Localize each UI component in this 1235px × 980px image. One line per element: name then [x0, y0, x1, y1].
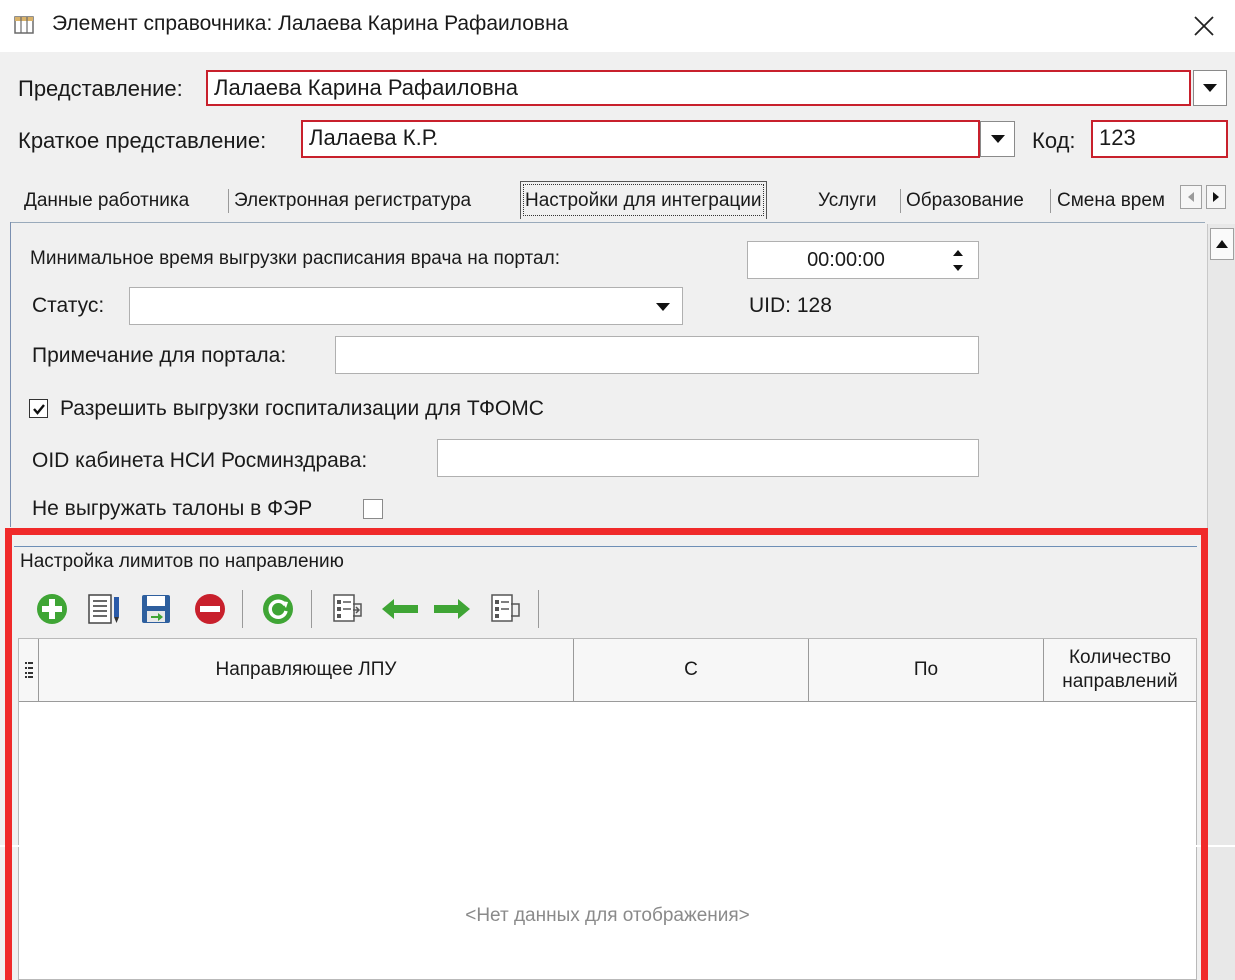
checkmark-icon — [32, 403, 45, 415]
tab-scroll-right-button[interactable] — [1206, 185, 1226, 209]
paste-icon — [491, 594, 520, 622]
copy-button[interactable] — [328, 586, 368, 632]
caret-up-icon — [953, 250, 963, 256]
chevron-right-icon — [1213, 192, 1219, 202]
column-chooser-icon — [24, 662, 33, 678]
tab-scroll-left-button[interactable] — [1180, 185, 1202, 209]
column-header-to[interactable]: По — [809, 639, 1044, 701]
no-coupons-label: Не выгружать талоны в ФЭР — [32, 497, 313, 520]
grid-header: Направляющее ЛПУ С По Количество направл… — [19, 639, 1196, 702]
status-select[interactable] — [129, 287, 683, 325]
oid-field[interactable] — [437, 439, 979, 477]
save-icon — [142, 595, 170, 623]
allow-upload-checkbox[interactable] — [29, 399, 48, 418]
tab-integration-settings[interactable]: Настройки для интеграции — [520, 181, 767, 219]
close-icon — [1194, 16, 1214, 36]
chevron-left-icon — [1188, 192, 1194, 202]
add-button[interactable] — [32, 586, 72, 632]
refresh-button[interactable] — [258, 586, 298, 632]
tab-strip: Данные работника Электронная регистратур… — [10, 181, 1235, 219]
scroll-up-button[interactable] — [1210, 228, 1234, 260]
chevron-down-icon — [656, 303, 670, 311]
limits-grid: Направляющее ЛПУ С По Количество направл… — [18, 638, 1197, 980]
window-title: Элемент справочника: Лалаева Карина Рафа… — [52, 12, 569, 35]
limits-group-title: Настройка лимитов по направлению — [20, 551, 348, 573]
arrow-right-icon — [434, 599, 470, 619]
tab-electronic-registry[interactable]: Электронная регистратура — [234, 183, 471, 219]
arrow-left-icon — [382, 599, 418, 619]
tab-employee-data[interactable]: Данные работника — [24, 183, 189, 219]
refresh-icon — [263, 594, 293, 624]
representation-label: Представление: — [18, 76, 183, 101]
spin-down-button[interactable] — [948, 261, 968, 275]
min-time-spinner[interactable]: 00:00:00 — [747, 241, 979, 279]
panel-border — [10, 222, 1205, 223]
delete-button[interactable] — [190, 586, 230, 632]
column-header-referring-lpu[interactable]: Направляющее ЛПУ — [39, 639, 574, 701]
column-header-count[interactable]: Количество направлений — [1044, 639, 1196, 701]
short-representation-label: Краткое представление: — [18, 128, 267, 153]
tab-time-change[interactable]: Смена врем — [1057, 183, 1165, 219]
tab-services[interactable]: Услуги — [818, 183, 876, 219]
delete-icon — [195, 594, 225, 624]
vertical-scrollbar[interactable] — [1207, 224, 1235, 980]
edit-icon — [88, 594, 119, 624]
allow-upload-label: Разрешить выгрузки госпитализации для ТФ… — [60, 397, 544, 420]
short-representation-dropdown-button[interactable] — [980, 121, 1015, 157]
tab-education[interactable]: Образование — [906, 183, 1024, 219]
spin-up-button[interactable] — [948, 246, 968, 260]
portal-note-label: Примечание для портала: — [32, 344, 287, 367]
short-representation-field[interactable]: Лалаева К.Р. — [301, 120, 980, 158]
move-left-button[interactable] — [380, 586, 420, 632]
row-selector-header[interactable] — [19, 639, 39, 701]
oid-label: OID кабинета НСИ Росминздрава: — [32, 449, 368, 472]
min-time-value: 00:00:00 — [807, 249, 885, 271]
empty-grid-message: <Нет данных для отображения> — [465, 905, 750, 926]
panel-border-left — [10, 222, 11, 527]
move-right-button[interactable] — [432, 586, 472, 632]
column-header-from[interactable]: С — [574, 639, 809, 701]
uid-text: UID: 128 — [749, 294, 832, 317]
caret-up-icon — [1216, 240, 1228, 248]
paste-button[interactable] — [486, 586, 526, 632]
table-icon — [14, 16, 34, 34]
representation-dropdown-button[interactable] — [1193, 70, 1227, 106]
divider-line — [0, 845, 1235, 847]
caret-down-icon — [953, 265, 963, 271]
code-label: Код: — [1032, 128, 1076, 153]
copy-icon — [333, 594, 362, 622]
chevron-down-icon — [990, 135, 1005, 143]
close-button[interactable] — [1180, 8, 1228, 44]
save-button[interactable] — [136, 586, 176, 632]
representation-field[interactable]: Лалаева Карина Рафаиловна — [206, 70, 1191, 106]
code-field[interactable]: 123 — [1091, 120, 1228, 158]
edit-button[interactable] — [84, 586, 124, 632]
no-coupons-checkbox[interactable] — [363, 499, 383, 519]
add-icon — [37, 594, 67, 624]
status-label: Статус: — [32, 294, 105, 317]
chevron-down-icon — [1203, 84, 1217, 92]
portal-note-field[interactable] — [335, 336, 979, 374]
min-time-label: Минимальное время выгрузки расписания вр… — [30, 248, 560, 269]
